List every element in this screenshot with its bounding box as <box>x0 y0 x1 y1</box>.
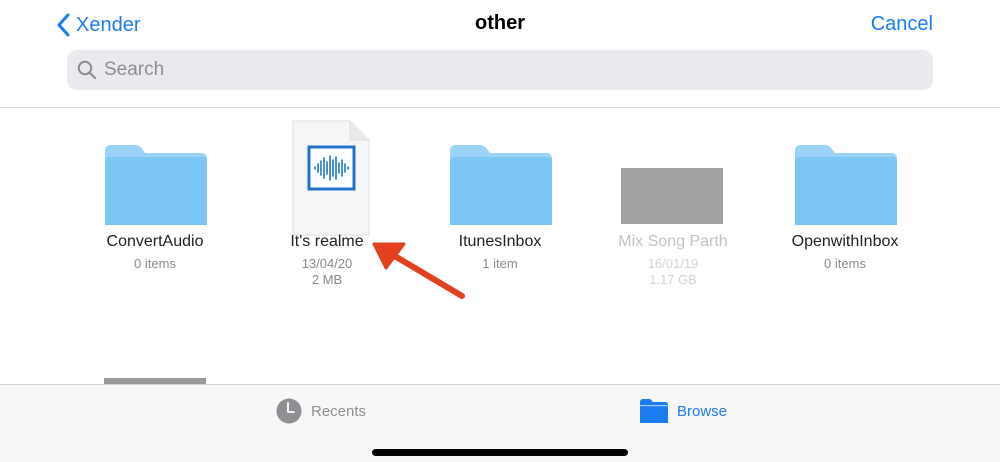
tab-browse-label: Browse <box>677 402 728 420</box>
thumbnail <box>755 120 935 232</box>
file-thumbnail <box>621 168 723 224</box>
home-indicator <box>372 449 628 456</box>
item-date: 16/01/19 <box>647 256 699 271</box>
thumbnail <box>410 120 590 232</box>
item-name: OpenwithInbox <box>791 233 899 250</box>
annotation-arrow-icon <box>372 242 465 299</box>
thumbnail <box>583 120 763 232</box>
grid-item-mix-song-parth: Mix Song Parth 16/01/19 1.17 GB <box>583 108 763 288</box>
tab-recents[interactable]: Recents <box>276 397 366 425</box>
item-name: Mix Song Parth <box>618 233 728 250</box>
item-count: 0 items <box>134 256 176 271</box>
navigation-bar: Xender other Cancel <box>0 0 1000 108</box>
search-icon <box>77 60 97 80</box>
search-input[interactable] <box>104 59 864 81</box>
folder-icon <box>640 399 668 423</box>
grid-item-openwithinbox[interactable]: OpenwithInbox 0 items <box>755 108 935 288</box>
item-count: 0 items <box>824 256 866 271</box>
folder-icon <box>105 145 207 225</box>
folder-icon <box>450 145 552 225</box>
search-bar[interactable] <box>67 50 933 90</box>
file-grid: ConvertAudio 0 items It's realme 13/04/2… <box>0 108 1000 384</box>
item-size: 1.17 GB <box>649 272 697 287</box>
tab-browse[interactable]: Browse <box>640 397 727 425</box>
grid-item-convertaudio[interactable]: ConvertAudio 0 items <box>65 108 245 288</box>
tab-recents-label: Recents <box>311 402 367 420</box>
audio-file-icon <box>292 120 370 236</box>
item-name: ConvertAudio <box>106 233 204 250</box>
thumbnail <box>237 120 417 236</box>
page-title: other <box>475 12 525 34</box>
cancel-button[interactable]: Cancel <box>871 13 933 36</box>
clock-icon <box>276 398 302 424</box>
folder-icon <box>795 145 897 225</box>
thumbnail <box>65 120 245 232</box>
tab-bar: Recents Browse <box>0 384 1000 462</box>
